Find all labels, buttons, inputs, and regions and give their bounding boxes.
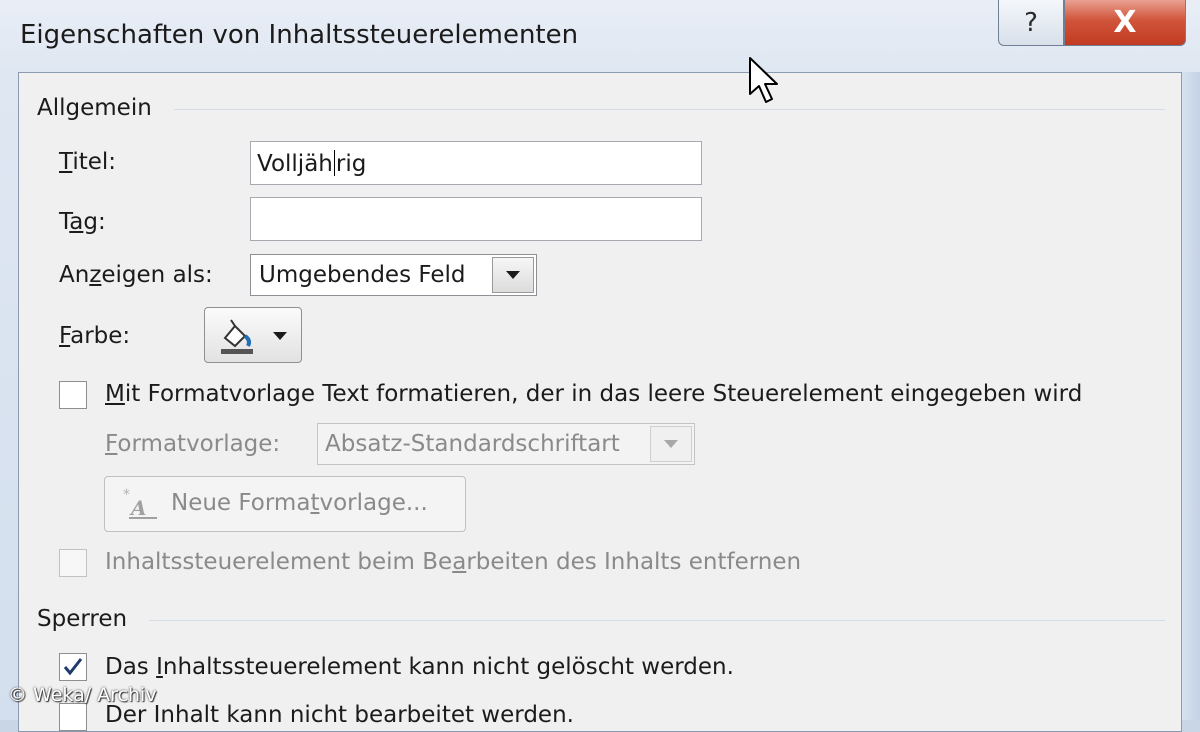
formatvorlage-select[interactable]: Absatz-Standardschriftart	[317, 423, 695, 465]
close-icon: X	[1113, 5, 1137, 40]
chevron-down-icon	[506, 271, 520, 279]
chevron-down-icon	[273, 332, 287, 340]
nicht-geloescht-label: Das Inhaltssteuerelement kann nicht gelö…	[105, 654, 734, 680]
dialog-window: Eigenschaften von Inhaltssteuerelementen…	[0, 0, 1200, 732]
dropdown-button[interactable]	[650, 426, 692, 462]
checkmark-icon	[63, 658, 83, 676]
anzeigen-als-label: Anzeigen als:	[59, 262, 213, 288]
titel-label: Titel:	[59, 149, 117, 175]
svg-text:*: *	[123, 487, 130, 503]
nicht-bearbeitet-label: Der Inhalt kann nicht bearbeitet werden.	[105, 702, 574, 728]
group-label-allgemein: Allgemein	[37, 95, 152, 121]
tag-label: Tag:	[59, 209, 106, 235]
nicht-bearbeitet-checkbox[interactable]	[59, 703, 87, 731]
title-bar[interactable]: Eigenschaften von Inhaltssteuerelementen…	[0, 0, 1200, 72]
window-title: Eigenschaften von Inhaltssteuerelementen	[20, 20, 579, 50]
new-style-icon: * A	[123, 487, 157, 520]
titel-input[interactable]: Volljäh rig	[250, 141, 702, 185]
text-caret	[333, 150, 335, 176]
help-icon: ?	[1024, 7, 1038, 38]
mit-formatvorlage-label: Mit Formatvorlage Text formatieren, der …	[105, 381, 1083, 407]
anzeigen-als-value: Umgebendes Feld	[259, 262, 466, 288]
neue-formatvorlage-label: Neue Formatvorlage...	[171, 490, 428, 516]
window-frame-edge	[1182, 72, 1200, 720]
neue-formatvorlage-button[interactable]: * A Neue Formatvorlage...	[104, 476, 466, 532]
tag-input[interactable]	[250, 197, 702, 241]
entfernen-checkbox[interactable]	[59, 549, 87, 577]
watermark: © Weka/ Archiv	[8, 684, 157, 706]
help-button[interactable]: ?	[998, 0, 1064, 46]
farbe-label: Farbe:	[59, 323, 131, 349]
svg-text:A: A	[129, 496, 147, 520]
dropdown-button[interactable]	[492, 257, 534, 293]
close-button[interactable]: X	[1064, 0, 1186, 46]
group-separator	[149, 620, 1165, 621]
entfernen-label: Inhaltssteuerelement beim Bearbeiten des…	[105, 549, 802, 575]
group-separator	[174, 109, 1165, 110]
paint-bucket-icon	[221, 319, 253, 354]
mouse-cursor-icon	[749, 57, 778, 103]
group-label-sperren: Sperren	[37, 606, 128, 632]
chevron-down-icon	[664, 440, 678, 448]
mit-formatvorlage-checkbox[interactable]	[59, 381, 87, 409]
formatvorlage-value: Absatz-Standardschriftart	[325, 431, 620, 457]
farbe-button[interactable]	[204, 307, 302, 363]
nicht-geloescht-checkbox[interactable]	[59, 653, 87, 681]
dialog-content: Allgemein Titel: Volljäh rig Tag: Anzeige…	[18, 72, 1182, 732]
formatvorlage-label: Formatvorlage:	[105, 431, 281, 457]
anzeigen-als-select[interactable]: Umgebendes Feld	[250, 254, 537, 296]
